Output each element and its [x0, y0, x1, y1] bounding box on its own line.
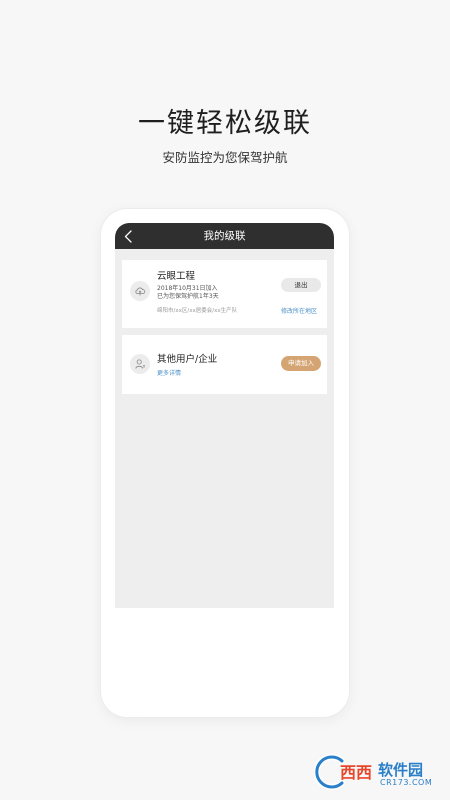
watermark: 西西 软件园 CR173.COM — [312, 752, 448, 792]
page-headline: 一键轻松级联 — [138, 108, 312, 139]
watermark-primary: 西西 — [340, 763, 373, 782]
more-details-link[interactable]: 更多详情 — [157, 368, 181, 377]
phone-screen: 我的级联 云眼工程 2018年10月31日加入 已为您保驾护航1年3天 绵阳市/… — [115, 223, 334, 682]
page-subline: 安防监控为您保驾护航 — [162, 150, 288, 165]
user-icon — [135, 359, 145, 369]
project-avatar — [130, 281, 150, 301]
app-titlebar: 我的级联 — [115, 223, 334, 249]
modify-region-link[interactable]: 修改所在地区 — [281, 306, 317, 315]
cascade-card-project: 云眼工程 2018年10月31日加入 已为您保驾护航1年3天 绵阳市/xx区/x… — [122, 260, 327, 328]
apply-join-button[interactable]: 申请加入 — [281, 356, 321, 371]
project-name: 云眼工程 — [157, 271, 196, 282]
cascade-list: 云眼工程 2018年10月31日加入 已为您保驾护航1年3天 绵阳市/xx区/x… — [115, 249, 334, 608]
protection-duration: 已为您保驾护航1年3天 — [157, 293, 219, 300]
watermark-domain: CR173.COM — [380, 778, 433, 787]
cascade-card-other: 其他用户/企业 更多详情 申请加入 — [122, 335, 327, 394]
location-path: 绵阳市/xx区/xx居委会/xx生产队 — [157, 308, 238, 314]
screen-title: 我的级联 — [203, 230, 246, 242]
exit-button[interactable]: 退出 — [281, 278, 321, 292]
cloud-icon — [135, 287, 146, 296]
watermark-secondary: 软件园 — [378, 761, 424, 779]
user-avatar — [130, 354, 150, 374]
other-users-title: 其他用户/企业 — [157, 354, 218, 365]
join-date: 2018年10月31日加入 — [157, 285, 218, 292]
